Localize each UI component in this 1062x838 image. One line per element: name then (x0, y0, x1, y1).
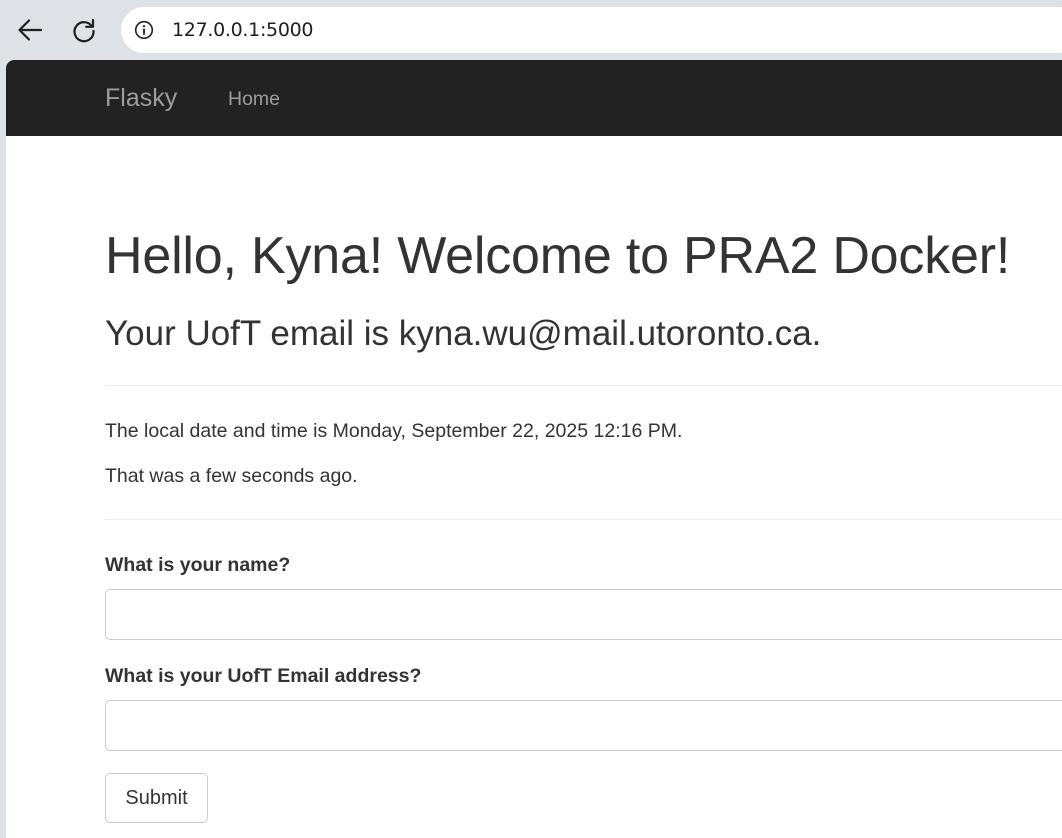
navbar-brand[interactable]: Flasky (105, 84, 177, 113)
reload-button[interactable] (65, 11, 103, 49)
site-info-icon[interactable] (134, 20, 154, 40)
email-label: What is your UofT Email address? (105, 665, 422, 687)
back-button[interactable] (11, 11, 49, 49)
browser-toolbar: 127.0.0.1:5000 (0, 0, 1062, 60)
email-input[interactable] (105, 700, 1062, 751)
url-text[interactable]: 127.0.0.1:5000 (172, 19, 314, 41)
page-viewport: Flasky Home Hello, Kyna! Welcome to PRA2… (6, 60, 1062, 838)
name-label: What is your name? (105, 554, 291, 576)
name-input[interactable] (105, 589, 1062, 640)
local-time-text: The local date and time is Monday, Septe… (105, 420, 683, 442)
divider (105, 385, 1062, 386)
reload-icon (73, 18, 95, 43)
submit-button[interactable]: Submit (105, 773, 208, 823)
relative-time-text: That was a few seconds ago. (105, 465, 358, 487)
nav-link-home[interactable]: Home (228, 88, 280, 111)
divider (105, 519, 1062, 520)
email-heading: Your UofT email is kyna.wu@mail.utoronto… (105, 314, 822, 353)
address-bar[interactable]: 127.0.0.1:5000 (121, 7, 1062, 53)
navbar: Flasky Home (6, 60, 1062, 136)
back-arrow-icon (18, 19, 43, 41)
page-title: Hello, Kyna! Welcome to PRA2 Docker! (105, 227, 1011, 285)
